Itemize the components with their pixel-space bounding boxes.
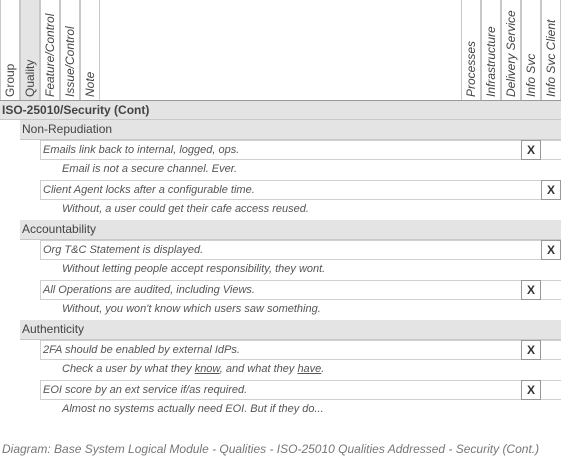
note-text-part: Check a user by what they xyxy=(62,363,195,375)
note-text: Almost no systems actually need EOI. But… xyxy=(62,403,324,415)
note-text: Check a user by what they know, and what… xyxy=(60,360,460,380)
column-header-delivery-service-label: Delivery Service xyxy=(504,10,518,97)
column-header-info-svc: Info Svc xyxy=(521,0,541,100)
column-header-group: Group xyxy=(0,0,20,100)
note-text: Without, a user could get their cafe acc… xyxy=(62,203,309,215)
column-header-info-svc-client-label: Info Svc Client xyxy=(544,19,558,97)
note-row: Without, a user could get their cafe acc… xyxy=(0,200,561,220)
note-row: Without letting people accept responsibi… xyxy=(0,260,561,280)
note-text-part: . xyxy=(321,363,325,375)
note-row: Check a user by what they know, and what… xyxy=(0,360,561,380)
group-header-row: Accountability xyxy=(0,220,561,240)
matrix-mark: X xyxy=(521,340,541,360)
note-text-emphasis: know xyxy=(194,363,220,375)
section-header-row: ISO-25010/Security (Cont) xyxy=(0,100,561,120)
column-header-info-svc-label: Info Svc xyxy=(524,53,538,97)
group-label: Non-Repudiation xyxy=(20,120,561,140)
feature-text: Org T&C Statement is displayed. xyxy=(40,240,561,260)
matrix-mark: X xyxy=(521,280,541,300)
diagram-caption: Diagram: Base System Logical Module - Qu… xyxy=(2,442,540,456)
feature-text: 2FA should be enabled by external IdPs. xyxy=(40,340,561,360)
note-row: Almost no systems actually need EOI. But… xyxy=(0,400,561,420)
feature-text: EOI score by an ext service if/as requir… xyxy=(40,380,561,400)
column-header-quality-label: Quality xyxy=(23,59,37,97)
feature-row: Org T&C Statement is displayed. X xyxy=(0,240,561,260)
feature-text: Client Agent locks after a configurable … xyxy=(40,180,561,200)
note-text-emphasis: have xyxy=(297,363,322,375)
note-text: Email is not a secure channel. Ever. xyxy=(62,163,238,175)
group-header-row: Non-Repudiation xyxy=(0,120,561,140)
column-header-delivery-service: Delivery Service xyxy=(501,0,521,100)
note-text-part: , and what they xyxy=(219,363,298,375)
feature-text: Emails link back to internal, logged, op… xyxy=(40,140,561,160)
column-header-feature-label: Feature/Control xyxy=(43,13,57,97)
feature-row: All Operations are audited, including Vi… xyxy=(0,280,561,300)
column-header-issue: Issue/Control xyxy=(60,0,80,100)
column-header-quality: Quality xyxy=(20,0,40,100)
column-header-infrastructure: Infrastructure xyxy=(481,0,501,100)
feature-row: EOI score by an ext service if/as requir… xyxy=(0,380,561,400)
column-header-processes-label: Processes xyxy=(464,40,478,97)
group-header-row: Authenticity xyxy=(0,320,561,340)
column-header-processes: Processes xyxy=(461,0,481,100)
column-header-group-label: Group xyxy=(3,63,17,97)
column-header-note-label: Note xyxy=(83,71,97,97)
column-header-issue-label: Issue/Control xyxy=(63,26,77,97)
section-title: ISO-25010/Security (Cont) xyxy=(0,100,561,120)
note-row: Email is not a secure channel. Ever. xyxy=(0,160,561,180)
feature-text: All Operations are audited, including Vi… xyxy=(40,280,561,300)
matrix-mark: X xyxy=(541,180,561,200)
matrix-mark: X xyxy=(521,140,541,160)
matrix-mark: X xyxy=(541,240,561,260)
column-header-feature: Feature/Control xyxy=(40,0,60,100)
note-row: Without, you won't know which users saw … xyxy=(0,300,561,320)
feature-row: Client Agent locks after a configurable … xyxy=(0,180,561,200)
column-header-info-svc-client: Info Svc Client xyxy=(541,0,561,100)
feature-row: 2FA should be enabled by external IdPs. … xyxy=(0,340,561,360)
group-label: Accountability xyxy=(20,220,561,240)
feature-row: Emails link back to internal, logged, op… xyxy=(0,140,561,160)
column-header-note: Note xyxy=(80,0,100,100)
group-label: Authenticity xyxy=(20,320,561,340)
note-text: Without, you won't know which users saw … xyxy=(62,303,321,315)
note-text: Without letting people accept responsibi… xyxy=(62,263,326,275)
column-header-infrastructure-label: Infrastructure xyxy=(484,26,498,97)
matrix-mark: X xyxy=(521,380,541,400)
